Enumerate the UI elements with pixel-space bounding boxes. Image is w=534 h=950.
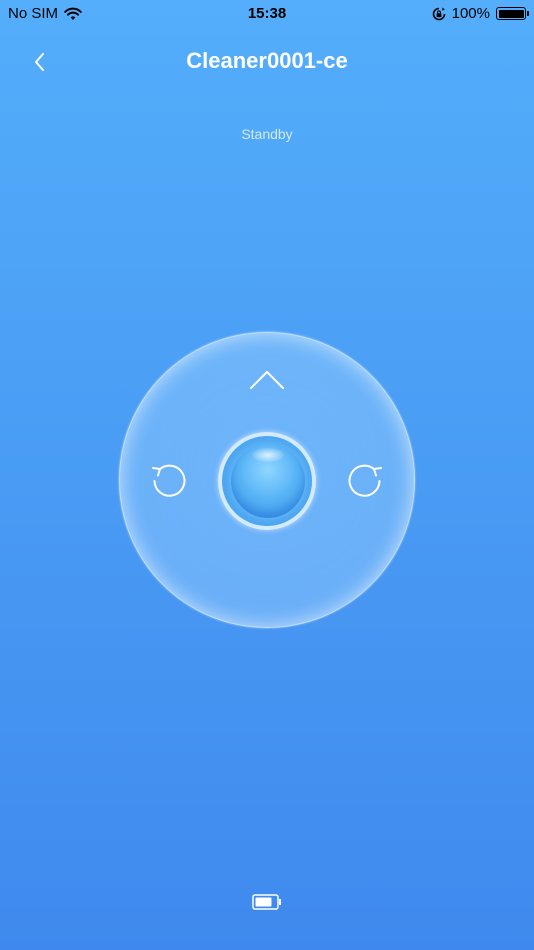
battery-icon xyxy=(252,894,281,910)
forward-button[interactable] xyxy=(248,364,286,394)
device-status: Standby xyxy=(241,126,293,142)
orientation-lock-icon xyxy=(432,7,445,20)
page-title: Cleaner0001-ce xyxy=(186,48,348,73)
battery-fill xyxy=(498,9,524,18)
rotate-left-button[interactable] xyxy=(149,460,189,500)
battery-percent: 100% xyxy=(451,5,490,22)
robot-battery-indicator xyxy=(252,894,282,910)
chevron-up-icon xyxy=(250,371,284,389)
battery-icon xyxy=(496,7,529,20)
status-bar: No SIM 15:38 100% xyxy=(0,0,534,28)
rotate-right-icon xyxy=(348,464,382,497)
start-button-highlight xyxy=(252,448,284,462)
rotate-right-button[interactable] xyxy=(345,460,385,500)
nav-bar: Cleaner0001-ce xyxy=(0,40,534,84)
status-bar-right: 100% xyxy=(432,5,529,22)
start-button[interactable] xyxy=(231,444,305,518)
rotate-left-icon xyxy=(152,464,186,497)
